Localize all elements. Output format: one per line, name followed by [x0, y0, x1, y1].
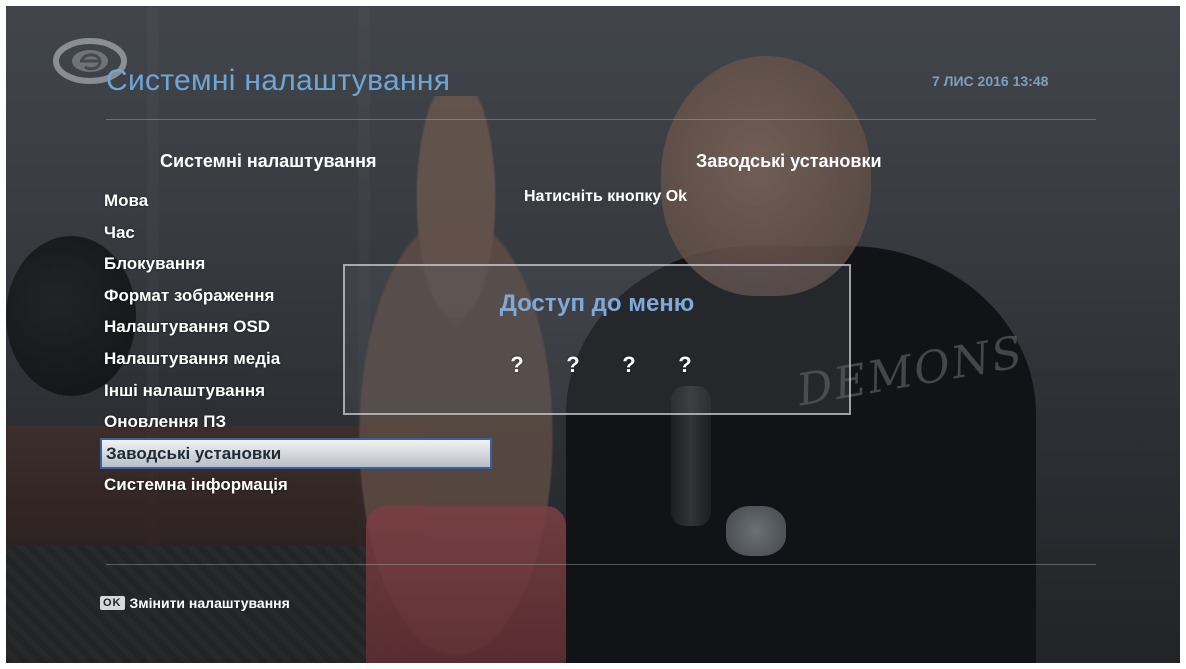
footer-hint-label: Змінити налаштування: [129, 595, 290, 611]
pin-digit-2[interactable]: ?: [565, 352, 581, 378]
pin-digit-4[interactable]: ?: [677, 352, 693, 378]
footer-divider: [106, 564, 1096, 565]
menu-item-2[interactable]: Час: [100, 217, 492, 249]
ok-key-icon: OK: [100, 596, 125, 610]
header-divider: [106, 119, 1096, 120]
pin-digit-3[interactable]: ?: [621, 352, 637, 378]
menu-item-10[interactable]: Системна інформація: [100, 469, 492, 501]
pin-entry[interactable]: ? ? ? ?: [509, 352, 693, 378]
footer-hint: OK Змінити налаштування: [100, 595, 290, 611]
datetime-display: 7 ЛИС 2016 13:48: [932, 73, 1049, 89]
pin-digit-1[interactable]: ?: [509, 352, 525, 378]
right-column-header: Заводські установки: [696, 151, 882, 171]
press-ok-hint: Натисніть кнопку Ok: [524, 188, 688, 205]
menu-access-dialog: Доступ до меню ? ? ? ?: [343, 264, 851, 415]
tv-screen: DEMONS Системні налаштування 7 ЛИС 2016 …: [6, 6, 1180, 663]
page-title: Системні налаштування: [106, 64, 451, 97]
menu-item-1[interactable]: Мова: [100, 185, 492, 217]
left-column-header: Системні налаштування: [160, 151, 377, 171]
dialog-title: Доступ до меню: [499, 290, 695, 317]
menu-item-9[interactable]: Заводські установки: [100, 437, 492, 470]
